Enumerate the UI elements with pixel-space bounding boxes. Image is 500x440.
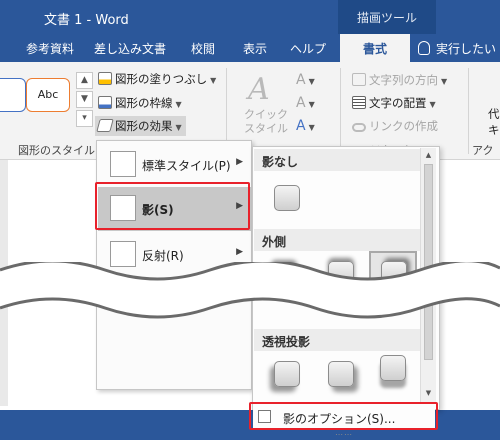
- perspective-shadow-shape-icon: [380, 355, 406, 381]
- menu-item-label: 影(S): [142, 203, 174, 217]
- text-align-icon: [352, 96, 366, 109]
- outer-shadow-heading: 外側: [254, 229, 422, 251]
- shape-effects-icon: [96, 119, 114, 132]
- text-fill-icon[interactable]: A ▼: [296, 72, 315, 88]
- scroll-down-icon[interactable]: ▼: [421, 386, 436, 400]
- tell-me-box[interactable]: 実行したい: [418, 40, 496, 57]
- quick-styles-button[interactable]: クイック スタイル: [244, 108, 288, 136]
- shape-fill-button[interactable]: 図形の塗りつぶし ▼: [98, 71, 216, 87]
- submenu-arrow-icon: ▶: [236, 157, 243, 167]
- text-direction-button[interactable]: 文字列の方向 ▼: [352, 72, 447, 88]
- perspective-shadow-option-1[interactable]: [263, 353, 311, 401]
- perspective-shadow-option-3[interactable]: [369, 347, 417, 395]
- shadow-options-label: 影のオプション(S)...: [283, 412, 396, 426]
- text-align-label: 文字の配置: [369, 96, 427, 110]
- text-align-button[interactable]: 文字の配置 ▼: [352, 95, 436, 111]
- wavy-cut-separator: [0, 262, 500, 319]
- paint-bucket-icon: [98, 72, 112, 85]
- ribbon-separator: [340, 68, 341, 154]
- create-link-label: リンクの作成: [369, 119, 438, 133]
- resize-grip-icon[interactable]: ⋯⋯: [335, 430, 353, 439]
- no-shadow-shape-icon: [274, 185, 300, 211]
- drawing-tools-context-tab: 描画ツール: [338, 0, 436, 34]
- perspective-shadow-option-2[interactable]: [317, 353, 365, 401]
- tab-mailings[interactable]: 差し込み文書: [94, 40, 166, 57]
- tab-help[interactable]: ヘルプ: [290, 40, 326, 57]
- menu-item-label: 標準スタイル(P): [142, 159, 231, 173]
- quick-styles-label-1: クイック: [244, 108, 288, 121]
- shape-styles-group-label: 図形のスタイル: [18, 144, 95, 157]
- text-effects-icon[interactable]: A ▼: [296, 118, 315, 134]
- document-title: 文書 1 - Word: [44, 13, 129, 28]
- alt-text-label-2[interactable]: キ: [488, 122, 500, 138]
- shape-effects-label: 図形の効果: [115, 119, 173, 133]
- shadow-swatch-icon: [110, 195, 136, 221]
- tell-me-label: 実行したい: [436, 42, 497, 56]
- shape-outline-button[interactable]: 図形の枠線 ▼: [98, 95, 182, 111]
- quick-styles-label-2: スタイル: [244, 122, 288, 135]
- ribbon-separator: [468, 68, 469, 154]
- no-shadow-heading: 影なし: [254, 149, 422, 171]
- tab-review[interactable]: 校閲: [191, 40, 215, 57]
- title-bar: 文書 1 - Word 描画ツール: [0, 0, 500, 34]
- shadow-options-icon: [258, 410, 271, 423]
- gallery-up-button[interactable]: ▲: [76, 72, 93, 89]
- wordart-a-icon: A: [248, 72, 270, 107]
- perspective-shadow-shape-icon: [328, 361, 354, 387]
- pen-icon: [98, 96, 112, 109]
- tab-references[interactable]: 参考資料: [26, 40, 74, 57]
- submenu-arrow-icon: ▶: [236, 201, 243, 211]
- gallery-down-button[interactable]: ▼: [76, 91, 93, 108]
- link-icon: [352, 123, 366, 132]
- shape-style-sample-blue[interactable]: [0, 78, 26, 112]
- text-outline-icon[interactable]: A ▼: [296, 95, 315, 111]
- menu-item-preset[interactable]: 標準スタイル(P) ▶: [98, 143, 251, 187]
- menu-item-shadow[interactable]: 影(S) ▶: [98, 187, 251, 231]
- shape-fill-label: 図形の塗りつぶし: [115, 72, 208, 86]
- shape-outline-label: 図形の枠線: [115, 96, 173, 110]
- submenu-arrow-icon: ▶: [236, 247, 243, 257]
- text-direction-icon: [352, 73, 366, 86]
- preset-swatch-icon: [110, 151, 136, 177]
- scroll-up-icon[interactable]: ▲: [421, 148, 436, 162]
- tab-format[interactable]: 書式: [340, 34, 410, 64]
- text-direction-label: 文字列の方向: [369, 73, 438, 87]
- gallery-more-button[interactable]: ▾: [76, 110, 93, 127]
- shadow-options-item[interactable]: 影のオプション(S)...: [253, 404, 435, 430]
- shape-style-sample-orange[interactable]: Abc: [26, 78, 70, 112]
- lightbulb-icon: [418, 41, 430, 55]
- create-link-button[interactable]: リンクの作成: [352, 118, 438, 134]
- ribbon-tab-bar: 参考資料 差し込み文書 校閲 表示 ヘルプ 書式 実行したい: [0, 34, 500, 64]
- perspective-shadow-shape-icon: [274, 361, 300, 387]
- tab-view[interactable]: 表示: [243, 40, 267, 57]
- shape-effects-button[interactable]: 図形の効果 ▼: [95, 116, 186, 136]
- no-shadow-option[interactable]: [263, 173, 311, 221]
- alt-text-label-1[interactable]: 代: [488, 106, 500, 122]
